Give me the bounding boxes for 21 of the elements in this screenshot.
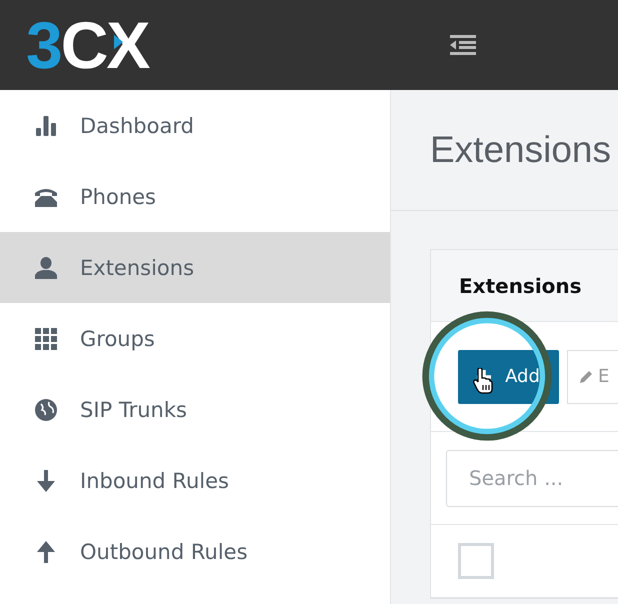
pencil-icon <box>578 368 594 384</box>
panel-title: Extensions <box>459 274 582 298</box>
page-title: Extensions <box>430 129 611 171</box>
arrow-up-icon <box>34 540 58 564</box>
sidebar-item[interactable]: Outbound Rules <box>0 516 390 587</box>
search-field[interactable]: Search ... <box>446 450 618 506</box>
arrow-down-icon <box>34 468 58 492</box>
menu-collapse-icon[interactable] <box>450 35 476 55</box>
sidebar-item[interactable]: Extensions <box>0 232 390 303</box>
sidebar-item[interactable]: SIP Trunks <box>0 374 390 445</box>
grid-icon <box>34 326 58 350</box>
sidebar-item[interactable]: Groups <box>0 303 390 374</box>
hand-cursor-icon <box>473 368 493 394</box>
sidebar-item[interactable]: Dashboard <box>0 90 390 161</box>
row-checkbox[interactable] <box>458 543 494 579</box>
logo: 3CX <box>26 12 150 78</box>
user-icon <box>34 256 58 280</box>
bar-chart-icon <box>34 114 58 138</box>
sidebar-item[interactable]: Inbound Rules <box>0 445 390 516</box>
sidebar-item[interactable]: Phones <box>0 161 390 232</box>
globe-icon <box>34 398 58 422</box>
